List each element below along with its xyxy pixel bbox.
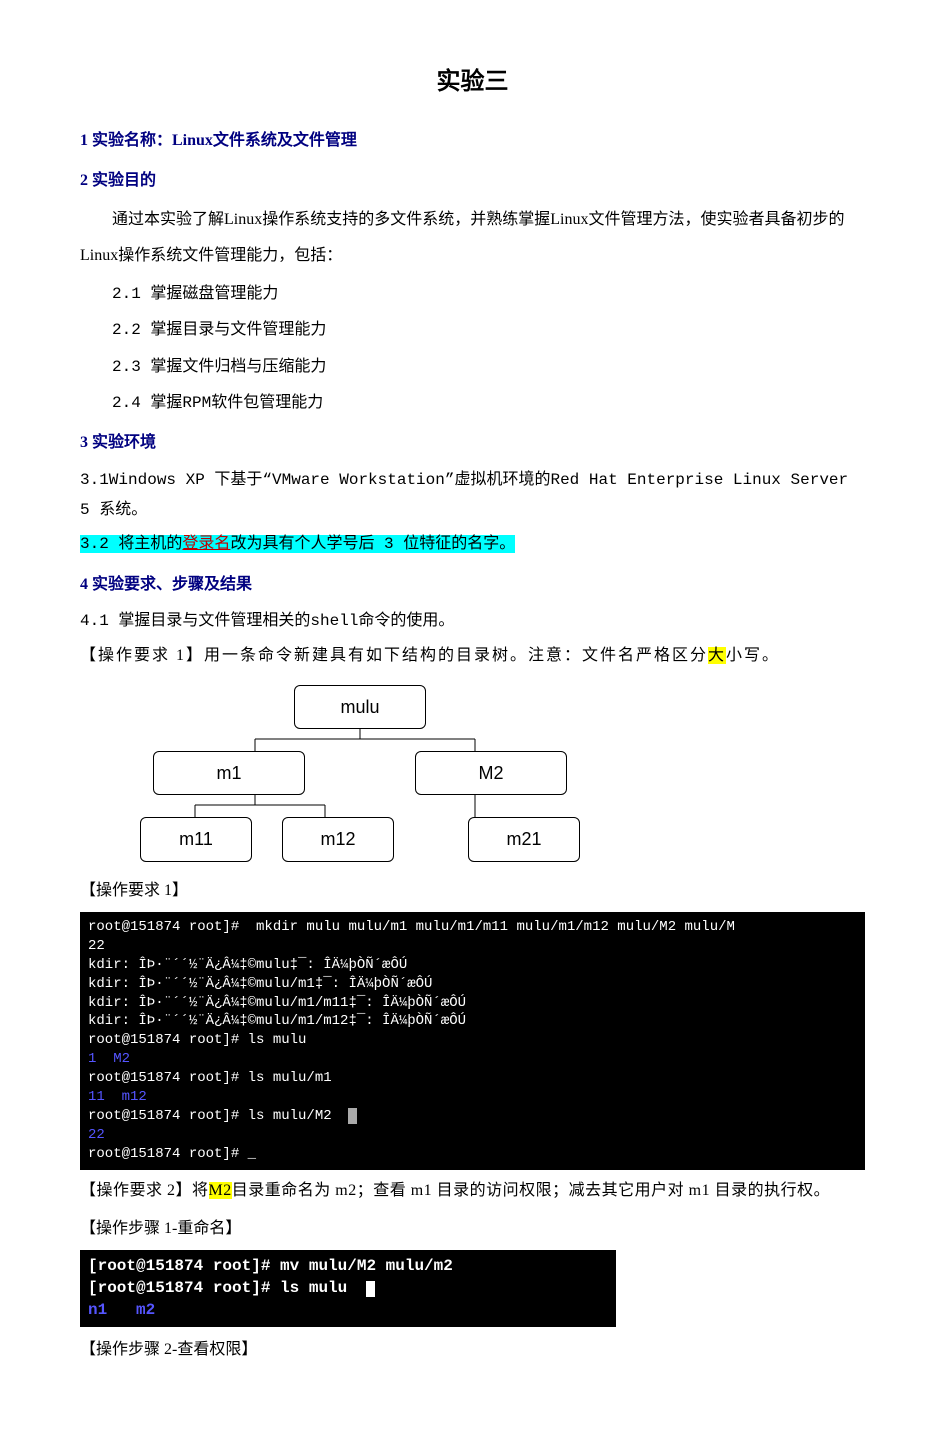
term1-l4: kdir: ÎÞ·¨´´½¨Ä¿Â¼‡©mulu/m1/m11‡¯: ÎÄ¼þÒ… — [88, 995, 466, 1011]
term1-l12: root@151874 root]# _ — [88, 1146, 256, 1162]
section-3-head: 3 实验环境 — [80, 428, 865, 458]
section-2-item-3: 2.3 掌握文件归档与压缩能力 — [112, 352, 865, 382]
op-req-2: 【操作要求 2】将M2目录重命名为 m2；查看 m1 目录的访问权限；减去其它用… — [80, 1176, 865, 1206]
term2-l1: [root@151874 root]# mv mulu/M2 mulu/m2 — [88, 1257, 453, 1275]
tree-node-m1: m1 — [153, 751, 305, 795]
tree-node-m21: m21 — [468, 817, 580, 861]
term1-l3: kdir: ÎÞ·¨´´½¨Ä¿Â¼‡©mulu/m1‡¯: ÎÄ¼þÒÑ´æÔ… — [88, 976, 432, 992]
tree-node-m12: m12 — [282, 817, 394, 861]
term1-l9a: 11 — [88, 1089, 105, 1105]
tree-node-M2: M2 — [415, 751, 567, 795]
env-2a: 3.2 将主机的 — [80, 535, 182, 553]
env-2c: 改为具有个人学号后 3 位特征的名字。 — [230, 535, 515, 553]
section-2-item-2: 2.2 掌握目录与文件管理能力 — [112, 315, 865, 345]
op-req-2-m2: M2 — [209, 1182, 232, 1199]
op-req-1: 【操作要求 1】用一条命令新建具有如下结构的目录树。注意：文件名严格区分大小写。 — [80, 641, 865, 671]
term1-l2: kdir: ÎÞ·¨´´½¨Ä¿Â¼‡©mulu‡¯: ÎÄ¼þÒÑ´æÔÚ — [88, 957, 407, 973]
op-req-1b: 小写。 — [726, 647, 780, 664]
term1-l1b: 22 — [88, 938, 105, 954]
env-1a: 3.1Windows XP 下基于“VMware Workstation”虚拟机… — [80, 471, 550, 489]
env-2b-login: 登录名 — [182, 535, 230, 553]
env-line-2: 3.2 将主机的登录名改为具有个人学号后 3 位特征的名字。 — [80, 529, 865, 559]
term2-l3b: m2 — [107, 1301, 155, 1319]
op-req-1-da: 大 — [708, 647, 726, 664]
op-req-2b: 目录重命名为 m2；查看 m1 目录的访问权限；减去其它用户对 m1 目录的执行… — [232, 1182, 830, 1199]
label-step-2: 【操作步骤 2-查看权限】 — [80, 1335, 865, 1365]
page-title: 实验三 — [80, 60, 865, 106]
label-step-1: 【操作步骤 1-重命名】 — [80, 1214, 865, 1244]
op-req-2a: 【操作要求 2】将 — [80, 1182, 209, 1199]
cursor-icon — [348, 1108, 357, 1124]
env-line-1: 3.1Windows XP 下基于“VMware Workstation”虚拟机… — [80, 465, 865, 526]
op-req-1a: 【操作要求 1】用一条命令新建具有如下结构的目录树。注意：文件名严格区分 — [80, 647, 708, 664]
section-4-p1: 4.1 掌握目录与文件管理相关的shell命令的使用。 — [80, 606, 865, 636]
term2-l2: [root@151874 root]# ls mulu — [88, 1279, 366, 1297]
tree-node-m11: m11 — [140, 817, 252, 861]
tree-node-root: mulu — [294, 685, 426, 729]
section-4-head: 4 实验要求、步骤及结果 — [80, 570, 865, 600]
section-2-item-4: 2.4 掌握RPM软件包管理能力 — [112, 388, 865, 418]
term1-l7b: M2 — [96, 1051, 130, 1067]
terminal-block-2: [root@151874 root]# mv mulu/M2 mulu/m2 [… — [80, 1250, 616, 1327]
term1-l11: 22 — [88, 1127, 105, 1143]
section-2-head: 2 实验目的 — [80, 166, 865, 196]
term1-l8: root@151874 root]# ls mulu/m1 — [88, 1070, 332, 1086]
section-1-head: 1 实验名称：Linux文件系统及文件管理 — [80, 126, 865, 156]
cursor-icon — [366, 1281, 375, 1297]
term1-l9b: m12 — [105, 1089, 147, 1105]
env-1c: 系统。 — [99, 501, 147, 519]
section-2-item-1: 2.1 掌握磁盘管理能力 — [112, 279, 865, 309]
terminal-block-1: root@151874 root]# mkdir mulu mulu/m1 mu… — [80, 912, 865, 1170]
term1-l5: kdir: ÎÞ·¨´´½¨Ä¿Â¼‡©mulu/m1/m12‡¯: ÎÄ¼þÒ… — [88, 1013, 466, 1029]
term1-l10: root@151874 root]# ls mulu/M2 — [88, 1108, 332, 1124]
term1-l1: root@151874 root]# mkdir mulu mulu/m1 mu… — [88, 919, 735, 935]
term1-l6: root@151874 root]# ls mulu — [88, 1032, 306, 1048]
section-2-body: 通过本实验了解Linux操作系统支持的多文件系统，并熟练掌握Linux文件管理方… — [80, 202, 865, 272]
env-2-highlight: 3.2 将主机的登录名改为具有个人学号后 3 位特征的名字。 — [80, 535, 515, 553]
label-op-req-1: 【操作要求 1】 — [80, 876, 865, 906]
directory-tree-diagram: mulu m1 M2 m11 m12 m21 — [140, 685, 580, 862]
term2-l3a: n1 — [88, 1301, 107, 1319]
